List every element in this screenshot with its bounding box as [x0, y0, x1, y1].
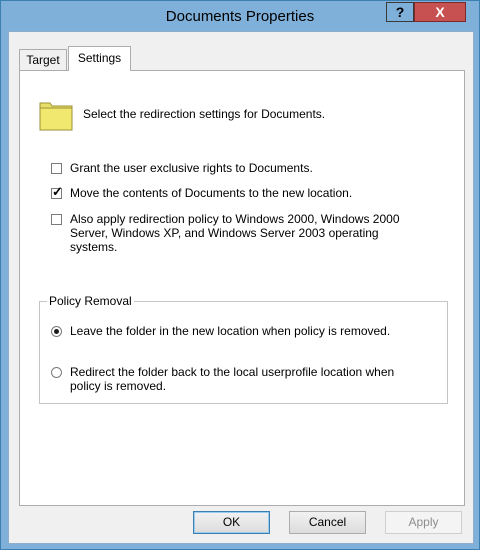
apply-legacy-os-label[interactable]: Also apply redirection policy to Windows… [70, 212, 420, 254]
cancel-button[interactable]: Cancel [289, 511, 366, 534]
apply-button[interactable]: Apply [385, 511, 462, 534]
help-button[interactable]: ? [386, 2, 414, 22]
leave-folder-label[interactable]: Leave the folder in the new location whe… [70, 324, 390, 338]
folder-icon [39, 102, 73, 131]
title-bar[interactable]: Documents Properties ? X [1, 1, 479, 31]
settings-panel: Select the redirection settings for Docu… [19, 70, 465, 506]
tab-target[interactable]: Target [19, 49, 67, 70]
radio-selected-icon [54, 329, 59, 334]
move-contents-label[interactable]: Move the contents of Documents to the ne… [70, 186, 352, 200]
ok-button[interactable]: OK [193, 511, 270, 534]
grant-exclusive-rights-checkbox[interactable] [51, 163, 62, 174]
move-contents-checkbox[interactable]: ✓ [51, 184, 63, 199]
apply-legacy-os-checkbox[interactable] [51, 214, 62, 225]
redirect-back-radio[interactable] [51, 367, 62, 378]
settings-heading: Select the redirection settings for Docu… [83, 107, 326, 121]
leave-folder-radio[interactable] [51, 326, 62, 337]
policy-removal-label: Policy Removal [47, 294, 134, 308]
close-button[interactable]: X [414, 2, 466, 22]
tab-settings[interactable]: Settings [68, 46, 131, 71]
checkmark-icon: ✓ [52, 184, 63, 199]
policy-removal-group: Policy Removal Leave the folder in the n… [39, 294, 448, 404]
properties-dialog: Documents Properties ? X Target Settings… [0, 0, 480, 550]
dialog-client-area: Target Settings Select the redirection s… [8, 31, 474, 544]
redirect-back-label[interactable]: Redirect the folder back to the local us… [70, 365, 420, 393]
grant-exclusive-rights-label[interactable]: Grant the user exclusive rights to Docum… [70, 161, 313, 175]
